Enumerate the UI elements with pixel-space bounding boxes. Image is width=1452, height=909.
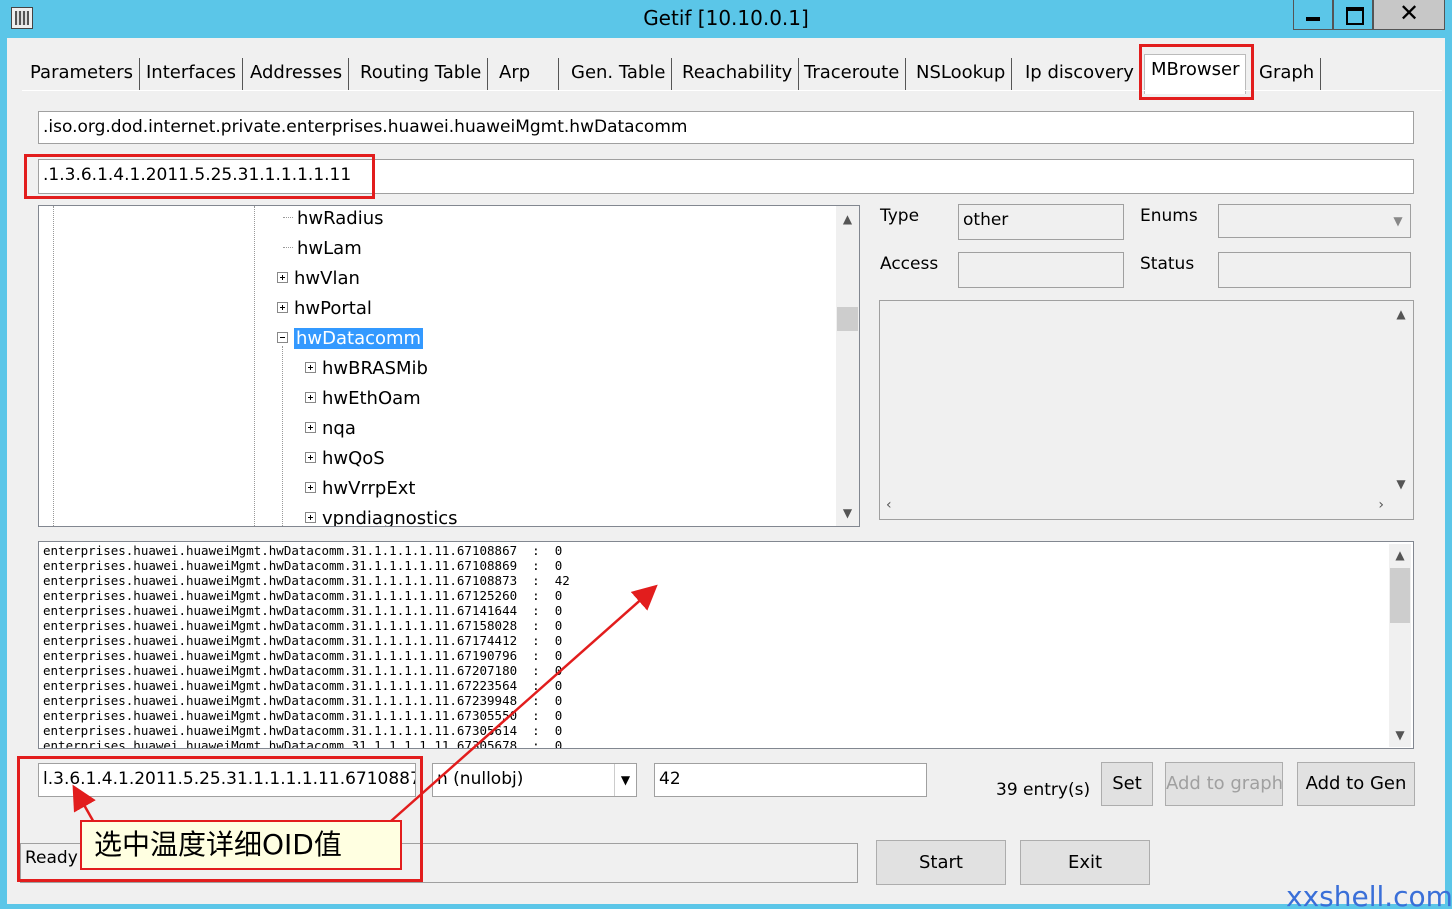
- arrow-to-value: [381, 584, 658, 830]
- annotation-callout: 选中温度详细OID值: [80, 820, 402, 870]
- watermark: xxshell.com: [1286, 880, 1452, 909]
- annotation-arrows: [72, 584, 658, 830]
